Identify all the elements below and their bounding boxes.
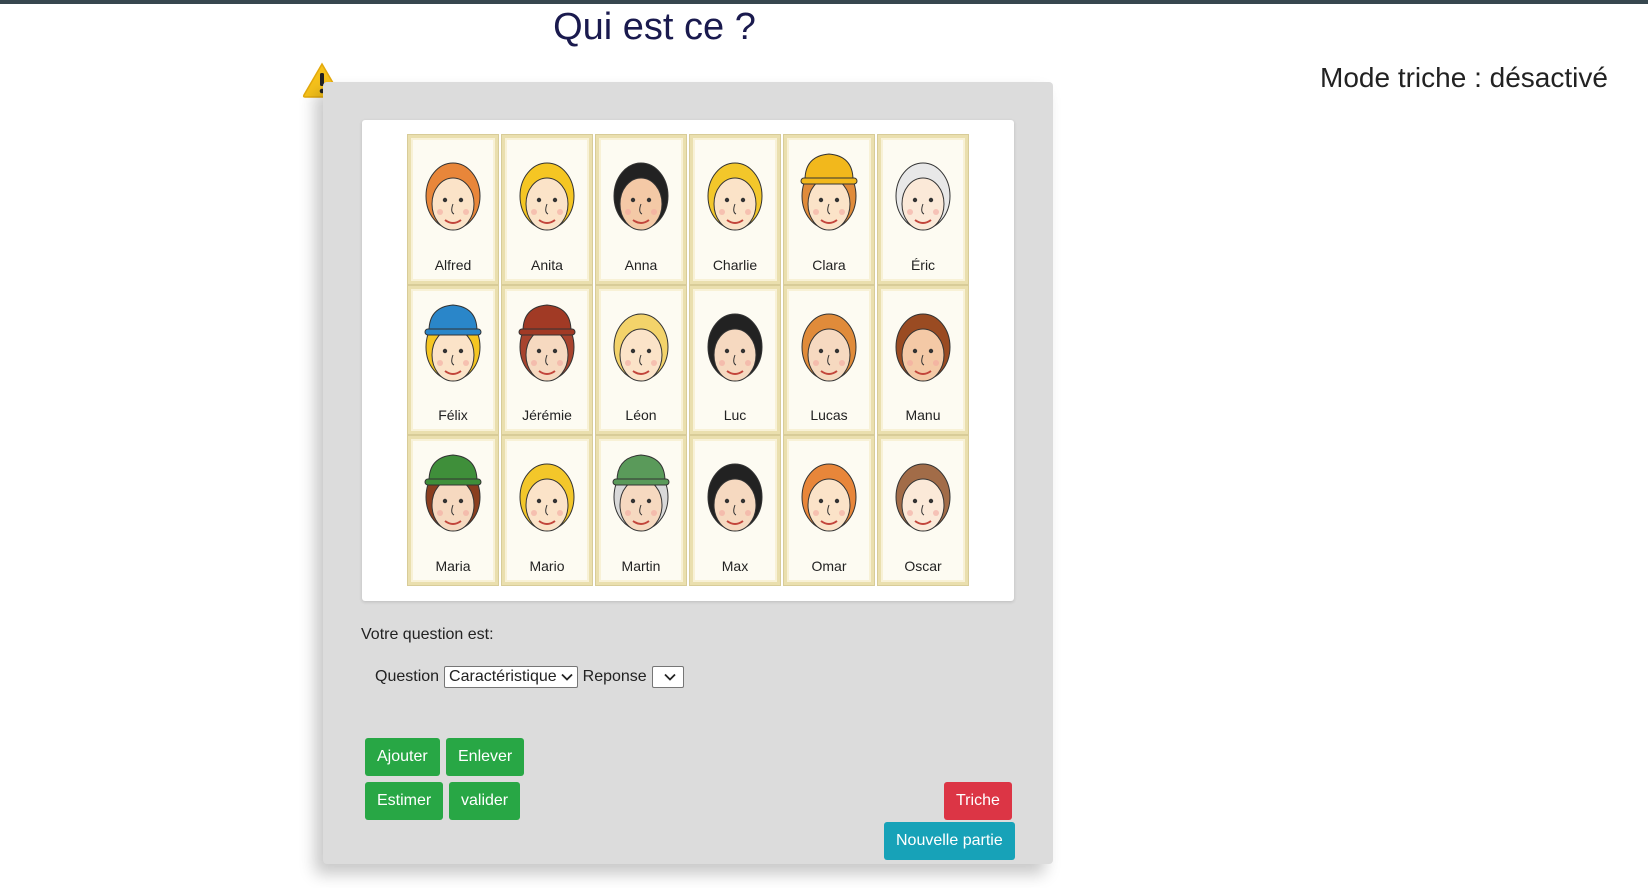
character-portrait bbox=[707, 313, 763, 382]
character-card[interactable]: Martin bbox=[596, 436, 686, 585]
character-name: Lucas bbox=[810, 407, 848, 424]
character-portrait bbox=[612, 454, 670, 532]
page-title: Qui est ce ? bbox=[553, 6, 756, 48]
character-card[interactable]: Félix bbox=[408, 285, 498, 435]
character-name: Manu bbox=[905, 407, 941, 424]
ajouter-button[interactable]: Ajouter bbox=[365, 738, 440, 776]
question-row: Question Caractéristique Reponse bbox=[375, 666, 684, 688]
character-name: Léon bbox=[625, 407, 657, 424]
character-card[interactable]: Luc bbox=[690, 285, 780, 435]
character-card[interactable]: Manu bbox=[878, 285, 968, 435]
character-name: Max bbox=[721, 557, 749, 574]
enlever-button[interactable]: Enlever bbox=[446, 738, 525, 776]
character-grid: Alfred Anita Anna Charlie Clara Éric Fél… bbox=[406, 134, 970, 586]
character-card[interactable]: Éric bbox=[878, 135, 968, 284]
character-card[interactable]: Lucas bbox=[784, 285, 874, 435]
character-portrait bbox=[801, 313, 857, 382]
character-card[interactable]: Max bbox=[690, 436, 780, 585]
character-portrait bbox=[707, 463, 763, 532]
question-select[interactable]: Caractéristique bbox=[444, 666, 578, 688]
character-portrait bbox=[519, 463, 575, 532]
character-name: Anita bbox=[531, 256, 563, 273]
character-card[interactable]: Anna bbox=[596, 135, 686, 284]
character-name: Omar bbox=[811, 557, 847, 574]
character-card[interactable]: Jérémie bbox=[502, 285, 592, 435]
character-portrait bbox=[613, 313, 669, 382]
character-portrait bbox=[424, 454, 482, 532]
character-card[interactable]: Charlie bbox=[690, 135, 780, 284]
triche-button[interactable]: Triche bbox=[944, 782, 1012, 820]
estimer-button[interactable]: Estimer bbox=[365, 782, 444, 820]
character-portrait bbox=[518, 304, 576, 382]
character-portrait bbox=[425, 162, 481, 231]
nouvelle-partie-button[interactable]: Nouvelle partie bbox=[884, 822, 1015, 860]
character-board: Alfred Anita Anna Charlie Clara Éric Fél… bbox=[362, 120, 1014, 601]
character-name: Éric bbox=[910, 256, 936, 273]
character-name: Martin bbox=[621, 557, 661, 574]
character-name: Anna bbox=[624, 256, 658, 273]
question-select-value: Caractéristique bbox=[449, 668, 557, 685]
character-portrait bbox=[424, 304, 482, 382]
character-card[interactable]: Omar bbox=[784, 436, 874, 585]
character-portrait bbox=[519, 162, 575, 231]
character-portrait bbox=[895, 162, 951, 231]
character-card[interactable]: Oscar bbox=[878, 436, 968, 585]
reponse-label: Reponse bbox=[582, 668, 647, 685]
character-name: Jérémie bbox=[522, 407, 572, 424]
question-prompt: Votre question est: bbox=[361, 626, 494, 643]
cheat-mode-status: Mode triche : désactivé bbox=[1320, 62, 1608, 93]
chevron-down-icon bbox=[664, 673, 676, 681]
character-portrait bbox=[895, 313, 951, 382]
character-portrait bbox=[800, 153, 858, 231]
character-name: Alfred bbox=[434, 256, 472, 273]
chevron-down-icon bbox=[561, 673, 573, 681]
character-name: Oscar bbox=[904, 557, 942, 574]
character-portrait bbox=[895, 463, 951, 532]
character-card[interactable]: Léon bbox=[596, 285, 686, 435]
character-card[interactable]: Mario bbox=[502, 436, 592, 585]
character-name: Félix bbox=[438, 407, 468, 424]
valider-button[interactable]: valider bbox=[449, 782, 521, 820]
character-portrait bbox=[613, 162, 669, 231]
question-label: Question bbox=[375, 668, 440, 685]
character-card[interactable]: Maria bbox=[408, 436, 498, 585]
character-name: Maria bbox=[435, 557, 471, 574]
character-name: Clara bbox=[812, 256, 846, 273]
character-card[interactable]: Anita bbox=[502, 135, 592, 284]
reponse-select[interactable] bbox=[651, 666, 684, 688]
character-card[interactable]: Alfred bbox=[408, 135, 498, 284]
character-portrait bbox=[707, 162, 763, 231]
character-portrait bbox=[801, 463, 857, 532]
character-name: Mario bbox=[529, 557, 565, 574]
character-name: Charlie bbox=[712, 256, 758, 273]
character-name: Luc bbox=[723, 407, 747, 424]
character-card[interactable]: Clara bbox=[784, 135, 874, 284]
